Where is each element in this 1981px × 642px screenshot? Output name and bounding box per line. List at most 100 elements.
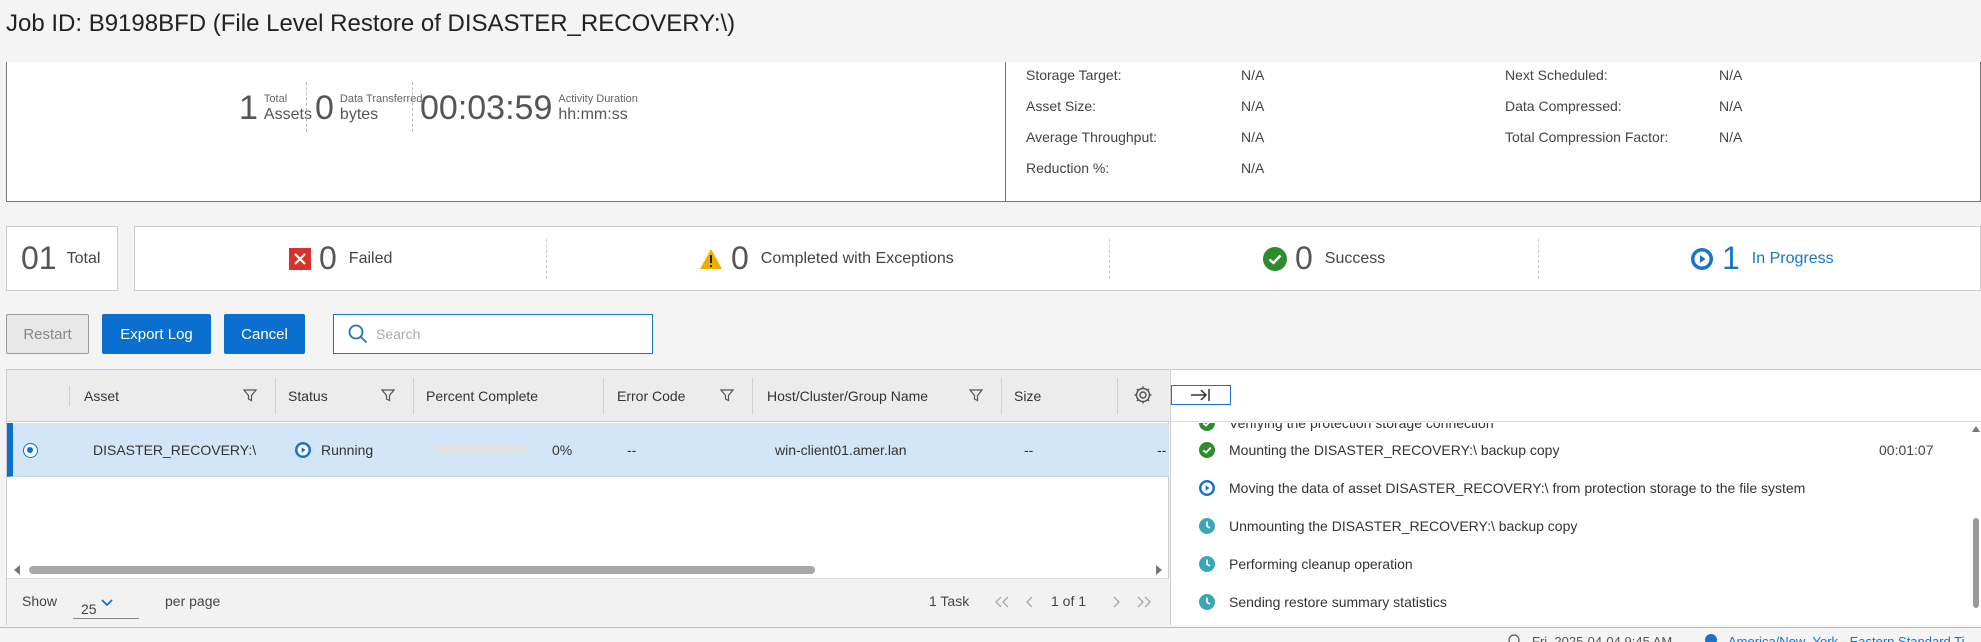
next-scheduled-value: N/A [1719,67,1743,83]
next-scheduled-label: Next Scheduled: [1505,67,1608,83]
first-page-icon[interactable] [995,596,1009,608]
failed-count: 0 [319,240,337,276]
search-box[interactable] [333,314,653,354]
compression-factor-value: N/A [1719,129,1743,145]
gear-icon[interactable] [1133,385,1153,405]
warning-icon [700,248,722,269]
list-item: Sending restore summary statistics [1199,590,1447,614]
avg-throughput-label: Average Throughput: [1026,129,1158,145]
column-divider [603,378,604,414]
size-cell: -- [1024,441,1034,458]
assets-label: Assets [263,105,312,123]
total-tasks-box: 01 Total [6,226,118,291]
steps-panel-header [1171,370,1981,422]
search-icon [348,324,368,344]
chevron-down-icon [101,598,113,606]
row-select-radio[interactable] [23,443,38,458]
collapse-panel-button[interactable] [1171,385,1231,405]
reduction-label: Reduction %: [1026,160,1110,176]
exceptions-label: Completed with Exceptions [760,249,954,267]
success-count: 0 [1295,240,1313,276]
column-divider [69,386,70,406]
globe-icon [1705,634,1717,642]
clock-icon [1199,556,1215,572]
duration-unit: hh:mm:ss [558,105,628,123]
clock-icon [1199,594,1215,610]
compression-factor-label: Total Compression Factor: [1505,129,1669,145]
page-title: Job ID: B9198BFD (File Level Restore of … [6,10,736,37]
table-footer: Show 25 per page 1 Task 1 of 1 [7,578,1169,625]
asset-size-label: Asset Size: [1026,98,1097,114]
storage-target-label: Storage Target: [1026,67,1122,83]
column-divider [1117,378,1118,414]
data-transferred-unit: bytes [339,105,379,123]
in-progress-summary[interactable]: 1 In Progress [1690,227,1834,290]
progress-bar [434,445,526,454]
column-host[interactable]: Host/Cluster/Group Name [767,370,928,422]
storage-target-value: N/A [1241,67,1265,83]
horizontal-scrollbar[interactable] [7,562,1169,578]
previous-page-icon[interactable] [1025,596,1033,608]
column-error-code[interactable]: Error Code [617,370,685,422]
scroll-left-arrow-icon[interactable] [13,565,21,575]
duration-small-label: Activity Duration [558,92,638,105]
step-text: Moving the data of asset DISASTER_RECOVE… [1229,480,1806,496]
list-item: Verifying the protection storage connect… [1199,423,1494,435]
scroll-right-arrow-icon[interactable] [1155,565,1163,575]
total-label: Total [66,249,101,267]
success-summary[interactable]: 0 Success [1263,227,1385,290]
vertical-scrollbar[interactable] [1971,422,1981,625]
column-asset[interactable]: Asset [84,370,119,422]
asset-filter-icon[interactable] [243,388,257,402]
error-code-filter-icon[interactable] [720,388,734,402]
summary-divider [1538,239,1539,279]
next-page-icon[interactable] [1113,596,1121,608]
restart-button[interactable]: Restart [6,314,89,354]
step-text: Verifying the protection storage connect… [1229,423,1494,431]
export-log-button[interactable]: Export Log [102,314,211,354]
status-filter-icon[interactable] [381,388,395,402]
list-item: Mounting the DISASTER_RECOVERY:\ backup … [1199,438,1559,462]
status-cell: Running [295,423,373,476]
status-bar: Fri, 2025-04-04 9:45 AM America/New_York… [0,627,1981,642]
job-steps-panel: Verifying the protection storage connect… [1170,369,1981,625]
page-info: 1 of 1 [1051,593,1087,609]
assets-small-label: Total [263,92,288,105]
column-divider [1001,378,1002,414]
success-label: Success [1324,249,1386,267]
data-compressed-label: Data Compressed: [1505,98,1622,114]
column-status[interactable]: Status [288,370,328,422]
status-timezone[interactable]: America/New_York - Eastern Standard Ti [1728,634,1965,642]
data-metric: 0 Data Transferred bytes [315,84,422,132]
step-text: Performing cleanup operation [1229,556,1413,572]
scrollbar-thumb[interactable] [29,566,815,574]
scroll-up-arrow-icon[interactable] [1972,426,1980,432]
exceptions-summary[interactable]: 0 Completed with Exceptions [699,227,954,290]
column-percent-complete[interactable]: Percent Complete [426,370,538,422]
summary-divider [546,239,547,279]
arrow-right-to-bar-icon [1191,389,1210,401]
exceptions-count: 0 [731,240,749,276]
search-input[interactable] [376,326,636,342]
running-icon [1199,480,1215,496]
column-divider [413,378,414,414]
last-page-icon[interactable] [1137,596,1151,608]
duration-metric: 00:03:59 Activity Duration hh:mm:ss [420,84,638,132]
duration-value: 00:03:59 [420,88,553,127]
host-cell: win-client01.amer.lan [775,441,907,458]
page-size-select[interactable]: 25 [73,587,139,619]
summary-divider [1109,239,1110,279]
table-header: Asset Status Percent Complete Error Code… [7,370,1169,422]
status-summary: 0 Failed 0 Completed with Exceptions 0 S… [134,226,1981,291]
scrollbar-thumb[interactable] [1973,518,1979,608]
job-stats-panel: 1 Total Assets 0 Data Transferred bytes … [6,62,1981,202]
host-filter-icon[interactable] [969,388,983,402]
assets-count: 1 [239,88,258,127]
in-progress-label: In Progress [1751,249,1834,267]
failed-summary[interactable]: 0 Failed [289,227,392,290]
table-row[interactable]: DISASTER_RECOVERY:\ Running 0% -- win-cl… [7,423,1169,477]
cancel-button[interactable]: Cancel [224,314,305,354]
column-size[interactable]: Size [1014,370,1041,422]
data-compressed-value: N/A [1719,98,1743,114]
per-page-label: per page [165,593,221,609]
